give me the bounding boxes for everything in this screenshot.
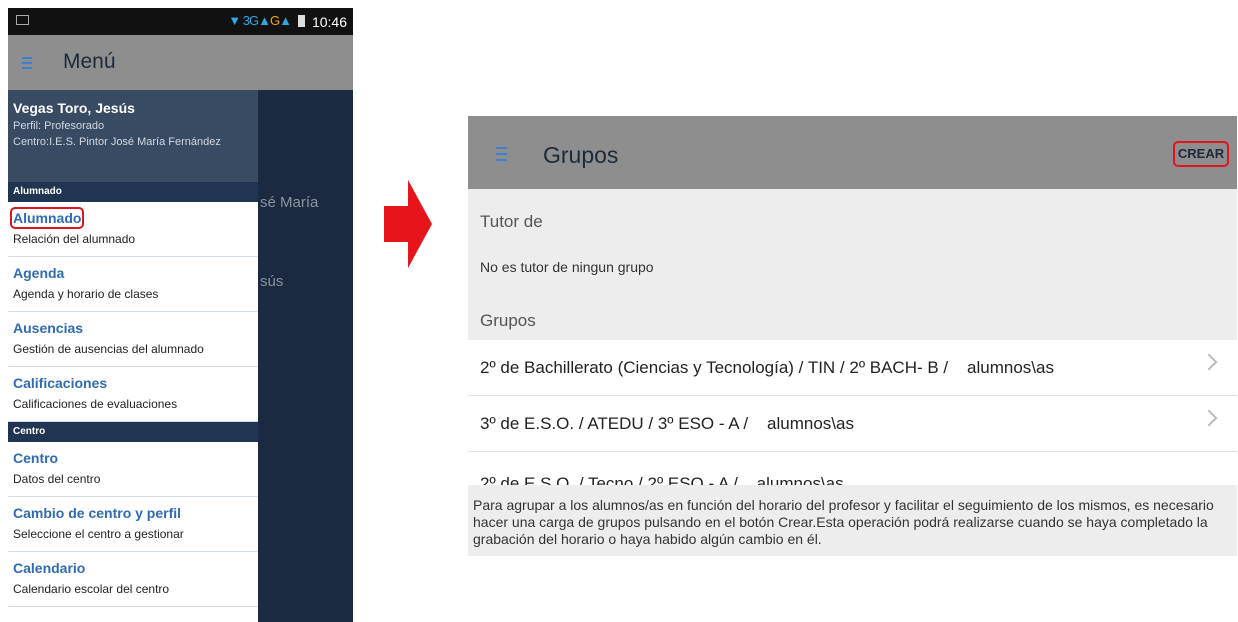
tablet-app-bar: Grupos CREAR: [468, 116, 1237, 189]
menu-item-subtitle: Calendario escolar del centro: [13, 582, 170, 596]
menu-item-title: Agenda: [13, 265, 65, 281]
menu-item-title: Ausencias: [13, 320, 84, 336]
menu-item-alumnado[interactable]: Alumnado Relación del alumnado: [8, 202, 258, 257]
phone-title: Menú: [63, 50, 116, 73]
group-row[interactable]: 2º de E.S.O. / Tecno / 2º ESO - A / alum…: [468, 452, 1237, 493]
section-header-centro: Centro: [8, 422, 258, 442]
tablet-title: Grupos: [543, 142, 619, 168]
menu-item-cambio-centro[interactable]: Cambio de centro y perfil Seleccione el …: [8, 497, 258, 552]
menu-item-title: Alumnado: [9, 207, 85, 229]
menu-item-subtitle: Seleccione el centro a gestionar: [13, 527, 184, 541]
menu-item-calificaciones[interactable]: Calificaciones Calificaciones de evaluac…: [8, 367, 258, 422]
navigation-drawer: Vegas Toro, Jesús Perfil: Profesorado Ce…: [8, 90, 258, 622]
menu-item-title: Calendario: [13, 560, 86, 576]
info-panel: Para agrupar a los alumnos/as en función…: [468, 485, 1237, 556]
tutor-value: No es tutor de ningun grupo: [480, 259, 654, 275]
profile-role: Perfil: Profesorado: [13, 120, 105, 132]
message-icon: [16, 15, 29, 25]
battery-icon: [298, 15, 305, 27]
info-text: Para agrupar a los alumnos/as en función…: [473, 497, 1214, 547]
menu-item-agenda[interactable]: Agenda Agenda y horario de clases: [8, 257, 258, 312]
menu-item-title: Calificaciones: [13, 375, 108, 391]
menu-item-title: Centro: [13, 450, 59, 466]
menu-item-subtitle: Calificaciones de evaluaciones: [13, 397, 178, 411]
menu-item-subtitle: Relación del alumnado: [13, 232, 136, 246]
tablet-screenshot: Grupos CREAR Tutor de No es tutor de nin…: [468, 116, 1237, 556]
background-text: sé María: [260, 194, 319, 211]
menu-item-title: Cambio de centro y perfil: [13, 505, 182, 521]
status-bar: ▼ 3G▲G▲ 10:46: [8, 8, 353, 35]
signal-icon: ▼ 3G▲G▲: [228, 13, 292, 28]
status-time: 10:46: [311, 14, 347, 30]
phone-screenshot: ▼ 3G▲G▲ 10:46 Menú sé María sús Vegas To…: [8, 8, 353, 622]
chevron-right-icon: [1200, 353, 1218, 371]
menu-item-subtitle: Datos del centro: [13, 472, 101, 486]
profile-name: Vegas Toro, Jesús: [13, 100, 135, 116]
menu-item-ausencias[interactable]: Ausencias Gestión de ausencias del alumn…: [8, 312, 258, 367]
group-row-label: 3º de E.S.O. / ATEDU / 3º ESO - A / alum…: [480, 414, 854, 433]
menu-item-centro[interactable]: Centro Datos del centro: [8, 442, 258, 497]
phone-app-bar: Menú: [8, 35, 353, 90]
create-button[interactable]: CREAR: [1173, 141, 1229, 167]
groups-header: Grupos: [480, 311, 536, 330]
group-row-label: 2º de Bachillerato (Ciencias y Tecnologí…: [480, 358, 1054, 377]
profile-header: Vegas Toro, Jesús Perfil: Profesorado Ce…: [8, 90, 258, 182]
menu-item-subtitle: Gestión de ausencias del alumnado: [13, 342, 204, 356]
group-row[interactable]: 2º de Bachillerato (Ciencias y Tecnologí…: [468, 340, 1237, 396]
right-arrow-icon: [384, 180, 432, 268]
tutor-header: Tutor de: [480, 212, 543, 231]
chevron-right-icon: [1200, 409, 1218, 427]
background-text: sús: [260, 273, 284, 290]
menu-icon[interactable]: [496, 147, 507, 161]
section-header-alumnado: Alumnado: [8, 182, 258, 202]
menu-icon[interactable]: [22, 57, 32, 69]
tutor-section: Tutor de No es tutor de ningun grupo Gru…: [468, 189, 1237, 340]
group-row[interactable]: 3º de E.S.O. / ATEDU / 3º ESO - A / alum…: [468, 396, 1237, 452]
profile-school: Centro:I.E.S. Pintor José María Fernánde…: [13, 136, 221, 148]
menu-item-subtitle: Agenda y horario de clases: [13, 287, 159, 301]
menu-item-calendario[interactable]: Calendario Calendario escolar del centro: [8, 552, 258, 607]
